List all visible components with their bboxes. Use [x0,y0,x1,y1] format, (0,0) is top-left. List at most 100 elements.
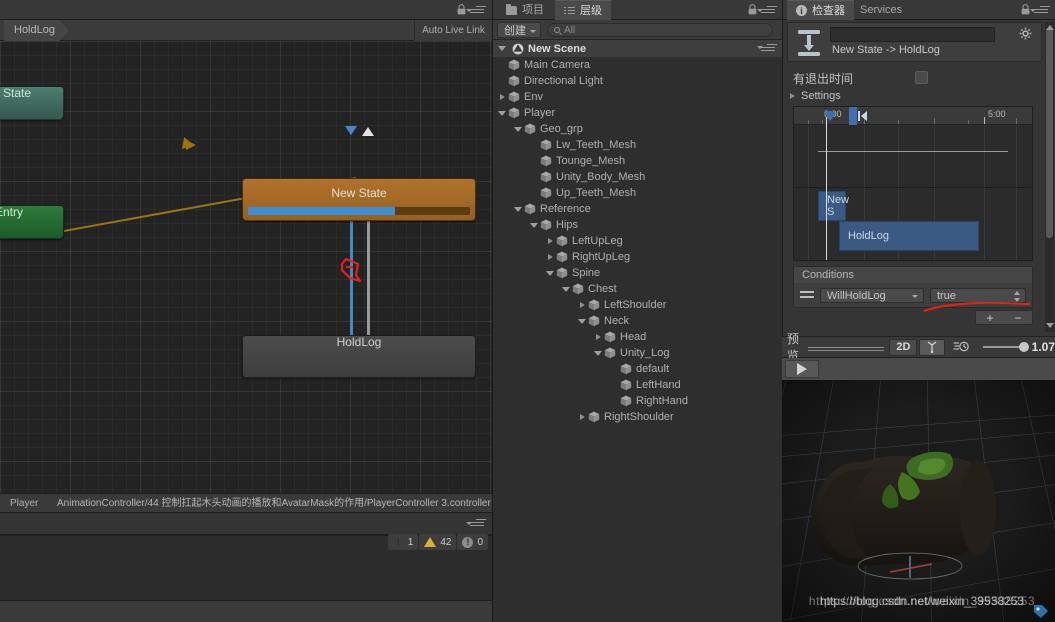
chevron-down-icon[interactable] [497,108,508,119]
gameobject-cube-icon [556,251,568,263]
hierarchy-item-geo-grp[interactable]: Geo_grp [493,121,783,137]
hamburger-icon[interactable] [761,44,777,53]
animator-canvas[interactable]: ny State Entry New State HoldLog [0,41,492,493]
tab-services[interactable]: Services [851,0,911,20]
hierarchy-item-unity-log[interactable]: Unity_Log [493,345,783,361]
hierarchy-item-hips[interactable]: Hips [493,217,783,233]
hierarchy-item-tounge-mesh[interactable]: Tounge_Mesh [493,153,783,169]
tab-hierarchy[interactable]: 层级 [555,0,611,20]
timeline-playhead[interactable] [826,117,827,260]
chevron-down-icon[interactable] [513,124,524,135]
gear-icon[interactable] [1019,27,1033,41]
hierarchy-item-label: Tounge_Mesh [556,155,626,167]
chevron-right-icon[interactable] [787,91,798,102]
timeline-source-clip[interactable]: New S [818,191,849,221]
hierarchy-item-lefthand[interactable]: LeftHand [493,377,783,393]
hierarchy-item-reference[interactable]: Reference [493,201,783,217]
hierarchy-item-righthand[interactable]: RightHand [493,393,783,409]
hierarchy-item-leftupleg[interactable]: LeftUpLeg [493,233,783,249]
transition-name-field[interactable] [830,27,995,42]
preview-speed-toggle[interactable] [947,339,975,356]
settings-foldout[interactable]: Settings [783,88,1055,104]
search-input[interactable]: All [547,23,773,37]
hierarchy-tree[interactable]: Main Camera Directional Light Env Player Geo… [493,57,783,622]
lock-icon[interactable] [1021,4,1030,15]
hierarchy-item-unity-body-mesh[interactable]: Unity_Body_Mesh [493,169,783,185]
hierarchy-item-env[interactable]: Env [493,89,783,105]
transition-line-holdlog-to-newstate[interactable] [367,219,370,341]
hamburger-icon[interactable] [470,6,486,15]
chevron-down-icon [530,30,536,33]
chevron-right-icon[interactable] [593,332,604,343]
chevron-down-icon[interactable] [545,268,556,279]
hierarchy-item-leftshoulder[interactable]: LeftShoulder [493,297,783,313]
gameobject-cube-icon [524,203,536,215]
hierarchy-item-head[interactable]: Head [493,329,783,345]
tab-project[interactable]: 项目 [497,0,553,20]
chevron-down-icon[interactable] [593,348,604,359]
condition-parameter-dropdown[interactable]: WillHoldLog [820,288,924,303]
state-node-entry[interactable]: Entry [0,205,64,239]
timeline-ruler[interactable]: 0:00 5:00 [794,107,1032,125]
preview-2d-toggle[interactable]: 2D [889,338,918,356]
transition-header: New State -> HoldLog [787,22,1042,62]
inspector-scrollbar[interactable] [1045,22,1054,332]
auto-live-link-button[interactable]: Auto Live Link [414,20,492,41]
hierarchy-item-rightshoulder[interactable]: RightShoulder [493,409,783,425]
play-button[interactable] [785,360,819,378]
chevron-right-icon[interactable] [497,92,508,103]
hierarchy-item-up-teeth-mesh[interactable]: Up_Teeth_Mesh [493,185,783,201]
create-button[interactable]: 创建 [497,22,541,38]
condition-value-dropdown[interactable]: true [930,288,1026,303]
hierarchy-item-directional-light[interactable]: Directional Light [493,73,783,89]
lock-icon[interactable] [748,4,757,15]
breadcrumb-holdlog[interactable]: HoldLog [4,20,69,41]
error-counter[interactable]: ! 1 [387,534,419,550]
timeline-range-handle[interactable] [849,107,857,125]
scroll-down-arrow[interactable] [1044,320,1055,331]
scroll-up-arrow[interactable] [1044,22,1055,33]
chevron-down-icon[interactable] [577,316,588,327]
hierarchy-item-main-camera[interactable]: Main Camera [493,57,783,73]
preview-viewport[interactable]: https://blog.csdn.net/weixin_39538253 ht… [782,380,1055,622]
hamburger-icon[interactable] [1034,6,1050,15]
state-node-hold-log[interactable]: HoldLog [242,335,476,378]
lock-icon[interactable] [457,4,466,15]
gameobject-cube-icon [524,123,536,135]
has-exit-time-checkbox[interactable] [915,71,928,84]
timeline-destination-clip[interactable]: HoldLog [839,221,979,251]
state-node-any-state[interactable]: ny State [0,86,64,120]
chevron-right-icon[interactable] [577,300,588,311]
tab-inspector[interactable]: i 检查器 [787,0,854,20]
scene-root-row[interactable]: New Scene [493,40,783,57]
chevron-right-icon[interactable] [577,412,588,423]
preview-pivot-toggle[interactable] [919,338,946,356]
slider-knob[interactable] [1019,342,1030,352]
console-counters: ! 1 42 ! 0 [387,534,488,550]
scrollbar-thumb[interactable] [1046,28,1053,238]
hierarchy-item-chest[interactable]: Chest [493,281,783,297]
hierarchy-item-neck[interactable]: Neck [493,313,783,329]
chevron-right-icon[interactable] [545,252,556,263]
chevron-down-icon[interactable] [497,43,508,54]
preview-zoom-slider[interactable] [983,342,1030,352]
hierarchy-item-rightupleg[interactable]: RightUpLeg [493,249,783,265]
hamburger-icon[interactable] [761,6,777,15]
transition-icon [798,30,820,56]
chevron-right-icon[interactable] [545,236,556,247]
transition-line-newstate-to-holdlog[interactable] [350,219,353,341]
warning-counter[interactable]: 42 [419,534,457,550]
state-node-new-state[interactable]: New State [242,178,476,221]
tab-label: 层级 [580,4,602,17]
hierarchy-item-lw-teeth-mesh[interactable]: Lw_Teeth_Mesh [493,137,783,153]
chevron-down-icon[interactable] [561,284,572,295]
info-counter[interactable]: ! 0 [457,534,488,550]
hierarchy-item-player[interactable]: Player [493,105,783,121]
chevron-down-icon[interactable] [529,220,540,231]
timeline-end-marker-icon[interactable] [858,111,868,121]
transition-timeline[interactable]: 0:00 5:00 [793,106,1033,261]
hamburger-icon[interactable] [470,519,486,528]
hierarchy-item-spine[interactable]: Spine [493,265,783,281]
hierarchy-item-default[interactable]: default [493,361,783,377]
chevron-down-icon[interactable] [513,204,524,215]
